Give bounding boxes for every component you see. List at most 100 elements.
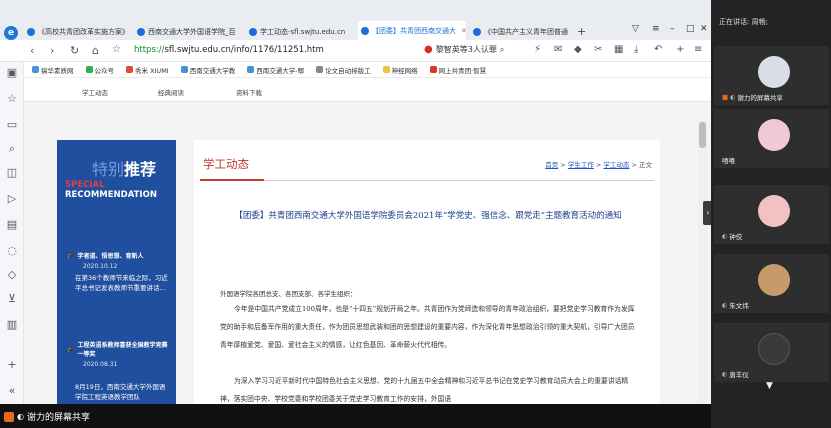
browser-logo-icon[interactable]: e xyxy=(4,26,18,40)
add-icon[interactable]: + xyxy=(676,44,684,55)
tab-0[interactable]: 《高校共青团改革实施方案》 xyxy=(24,23,132,40)
browser-window: e 《高校共青团改革实施方案》 西南交通大学外国语学院_百 学工动态-sfl.s… xyxy=(0,0,711,404)
sidebar-chat-icon[interactable]: ◌ xyxy=(6,244,18,257)
sidebar-book-icon[interactable]: ▭ xyxy=(6,118,18,131)
bookmark-icon xyxy=(32,66,39,73)
avatar xyxy=(758,56,790,88)
tab-1[interactable]: 西南交通大学外国语学院_百 xyxy=(134,23,242,40)
sidebar-add-icon[interactable]: + xyxy=(6,358,18,371)
site-nav-item-2[interactable]: 资料下载 xyxy=(236,87,262,97)
grid-icon[interactable]: ▦ xyxy=(614,44,623,55)
bookmark-icon xyxy=(180,66,188,73)
reco-item-0[interactable]: 🎓 学者道、悟思想、育新人 2020.10.12 在第36个教师节来临之际，习近平… xyxy=(67,251,171,293)
breadcrumb-level3[interactable]: 学工动态 xyxy=(603,161,629,169)
article-paragraph-1: 今年是中国共产党成立100周年，也是“十四五”规划开局之年。共青团作为党缔造和领… xyxy=(220,305,635,349)
sidebar-game-icon[interactable]: ◇ xyxy=(6,268,18,281)
bookmark-4[interactable]: 西南交通大学-郫 xyxy=(247,65,304,75)
bookmark-6[interactable]: 神经网络 xyxy=(382,65,418,75)
sidebar-search-icon[interactable]: ⌕ xyxy=(6,142,18,156)
page-scrollbar-thumb[interactable] xyxy=(699,122,706,148)
sidebar-video-icon[interactable]: ▷ xyxy=(6,192,18,205)
sidebar-note-icon[interactable]: ▥ xyxy=(6,318,18,331)
tab-bar: e 《高校共青团改革实施方案》 西南交通大学外国语学院_百 学工动态-sfl.s… xyxy=(0,0,711,40)
search-icon[interactable]: ⌕ xyxy=(500,45,504,55)
undo-icon[interactable]: ↶ xyxy=(654,44,662,55)
site-nav-item-0[interactable]: 学工动态 xyxy=(82,87,108,97)
site-nav-item-1[interactable]: 经典阅读 xyxy=(158,87,184,97)
tab-3-active[interactable]: 【团委】共青团西南交通大 ✕ xyxy=(358,21,466,40)
back-icon[interactable]: ‹ xyxy=(30,44,34,57)
bookmark-5[interactable]: 论文自动排版工 xyxy=(316,65,371,75)
share-status-bar: ◐ 谢力的屏幕共享 xyxy=(0,404,711,428)
tab-2[interactable]: 学工动态-sfl.swjtu.edu.cn xyxy=(246,23,354,40)
article-headline: 【团委】共青团西南交通大学外国语学院委员会2021年“学党史、强信念、跟党走”主… xyxy=(234,211,622,221)
participant-name: 谢力的屏幕共享 xyxy=(737,94,783,102)
avatar xyxy=(758,195,790,227)
bookmark-2[interactable]: 秀米 XIUMI xyxy=(126,65,169,75)
article-content: 学工动态 首页 > 学生工作 > 学工动态 > 正文 【团委】共青团西南交通大学… xyxy=(194,140,660,404)
participant-tile-2[interactable]: ◐ 钟佼 xyxy=(714,185,829,244)
avatar xyxy=(758,264,790,296)
screen-share-label[interactable]: ◐ 谢力的屏幕共享 xyxy=(4,410,90,423)
avatar xyxy=(758,333,790,365)
participant-name: 嘻嘻 xyxy=(722,157,735,165)
flash-icon[interactable]: ⚡ xyxy=(534,44,541,55)
sidebar-star-icon[interactable]: ☆ xyxy=(6,92,18,105)
forward-icon[interactable]: › xyxy=(50,44,54,57)
mic-icon: ◐ xyxy=(17,412,24,421)
participant-tile-0[interactable]: ■ ◐ 谢力的屏幕共享 xyxy=(714,46,829,105)
sidebar-app-icon[interactable]: ▣ xyxy=(6,66,18,79)
bookmarks-bar: 搞华素质网 公众号 秀米 XIUMI 西南交通大学教 西南交通大学-郫 论文自动… xyxy=(24,62,711,78)
sidebar-doc-icon[interactable]: ▤ xyxy=(6,218,18,231)
sidebar-collapse-icon[interactable]: « xyxy=(6,384,18,397)
tab-favicon-icon xyxy=(473,27,481,36)
maximize-icon[interactable]: □ xyxy=(686,24,695,34)
folder-icon xyxy=(382,66,390,73)
minimize-icon[interactable]: – xyxy=(670,24,675,34)
participant-name: 唐丰仪 xyxy=(729,371,749,379)
search-box[interactable]: ● 黎智英等3人认罪 ⌕ xyxy=(424,44,504,55)
mic-icon: ◐ xyxy=(722,370,728,378)
tab-4[interactable]: 《中国共产主义青年团普通 xyxy=(470,23,574,40)
bookmark-1[interactable]: 公众号 xyxy=(85,65,114,75)
menu-icon[interactable]: ≡ xyxy=(652,24,660,34)
url-field[interactable]: https://sfl.swjtu.edu.cn/info/1176/11251… xyxy=(134,45,324,55)
participant-tile-4[interactable]: ◐ 唐丰仪 xyxy=(714,323,829,382)
bookmark-icon xyxy=(247,66,255,73)
tab-favicon-icon xyxy=(27,27,35,36)
bookmark-icon xyxy=(316,66,324,73)
bookmark-0[interactable]: 搞华素质网 xyxy=(32,65,74,75)
avatar xyxy=(758,119,790,151)
site-nav: 学工动态 经典阅读 资料下载 xyxy=(24,78,711,102)
close-icon[interactable]: ✕ xyxy=(700,24,708,34)
bookmark-3[interactable]: 西南交通大学教 xyxy=(180,65,235,75)
participant-name: 钟佼 xyxy=(729,233,743,241)
breadcrumb-home[interactable]: 首页 xyxy=(545,161,558,169)
star-icon[interactable]: ☆ xyxy=(112,44,121,55)
home-icon[interactable]: ⌂ xyxy=(92,44,99,57)
breadcrumb-level2[interactable]: 学生工作 xyxy=(568,161,594,169)
new-tab-button[interactable]: + xyxy=(577,25,586,38)
reco-item-1[interactable]: 🎓 工程英语系教师喜获全国教学竞赛一等奖 2020.08.31 8月19日，西南交… xyxy=(67,340,171,402)
reco-title: 特别推荐 xyxy=(92,160,157,179)
participant-tile-1[interactable]: 嘻嘻 xyxy=(714,109,829,168)
bookmark-7[interactable]: 网上共青团·智慧 xyxy=(429,65,486,75)
game-icon[interactable]: ◆ xyxy=(574,44,582,55)
download-icon[interactable]: ⤓ xyxy=(634,44,638,55)
cut-icon[interactable]: ✂ xyxy=(594,44,602,55)
reload-icon[interactable]: ↻ xyxy=(70,44,79,57)
article-paragraph-2: 为深入学习习近平新时代中国特色社会主义思想、党的十九届五中全会精神和习近平总书记… xyxy=(220,377,629,403)
article-greeting: 外国语学院各团总支、各团支部、各学生组织： xyxy=(220,290,357,298)
more-icon[interactable]: ≡ xyxy=(694,44,702,55)
shirt-icon[interactable]: ▽ xyxy=(632,24,639,34)
page-scrollbar[interactable] xyxy=(698,119,707,404)
sidebar-cart-icon[interactable]: ⊻ xyxy=(6,292,18,305)
panel-expand-icon[interactable]: ▼ xyxy=(766,381,773,391)
browser-sidebar: ▣ ☆ ▭ ⌕ ◫ ▷ ▤ ◌ ◇ ⊻ ▥ + « xyxy=(0,62,24,404)
sidebar-bag-icon[interactable]: ◫ xyxy=(6,166,18,179)
tab-close-icon[interactable]: ✕ xyxy=(461,27,466,35)
participant-tile-3[interactable]: ◐ 朱文炜 xyxy=(714,254,829,313)
tab-favicon-icon xyxy=(361,26,369,35)
mail-icon[interactable]: ✉ xyxy=(554,44,562,55)
mic-icon: ◐ xyxy=(730,93,736,101)
